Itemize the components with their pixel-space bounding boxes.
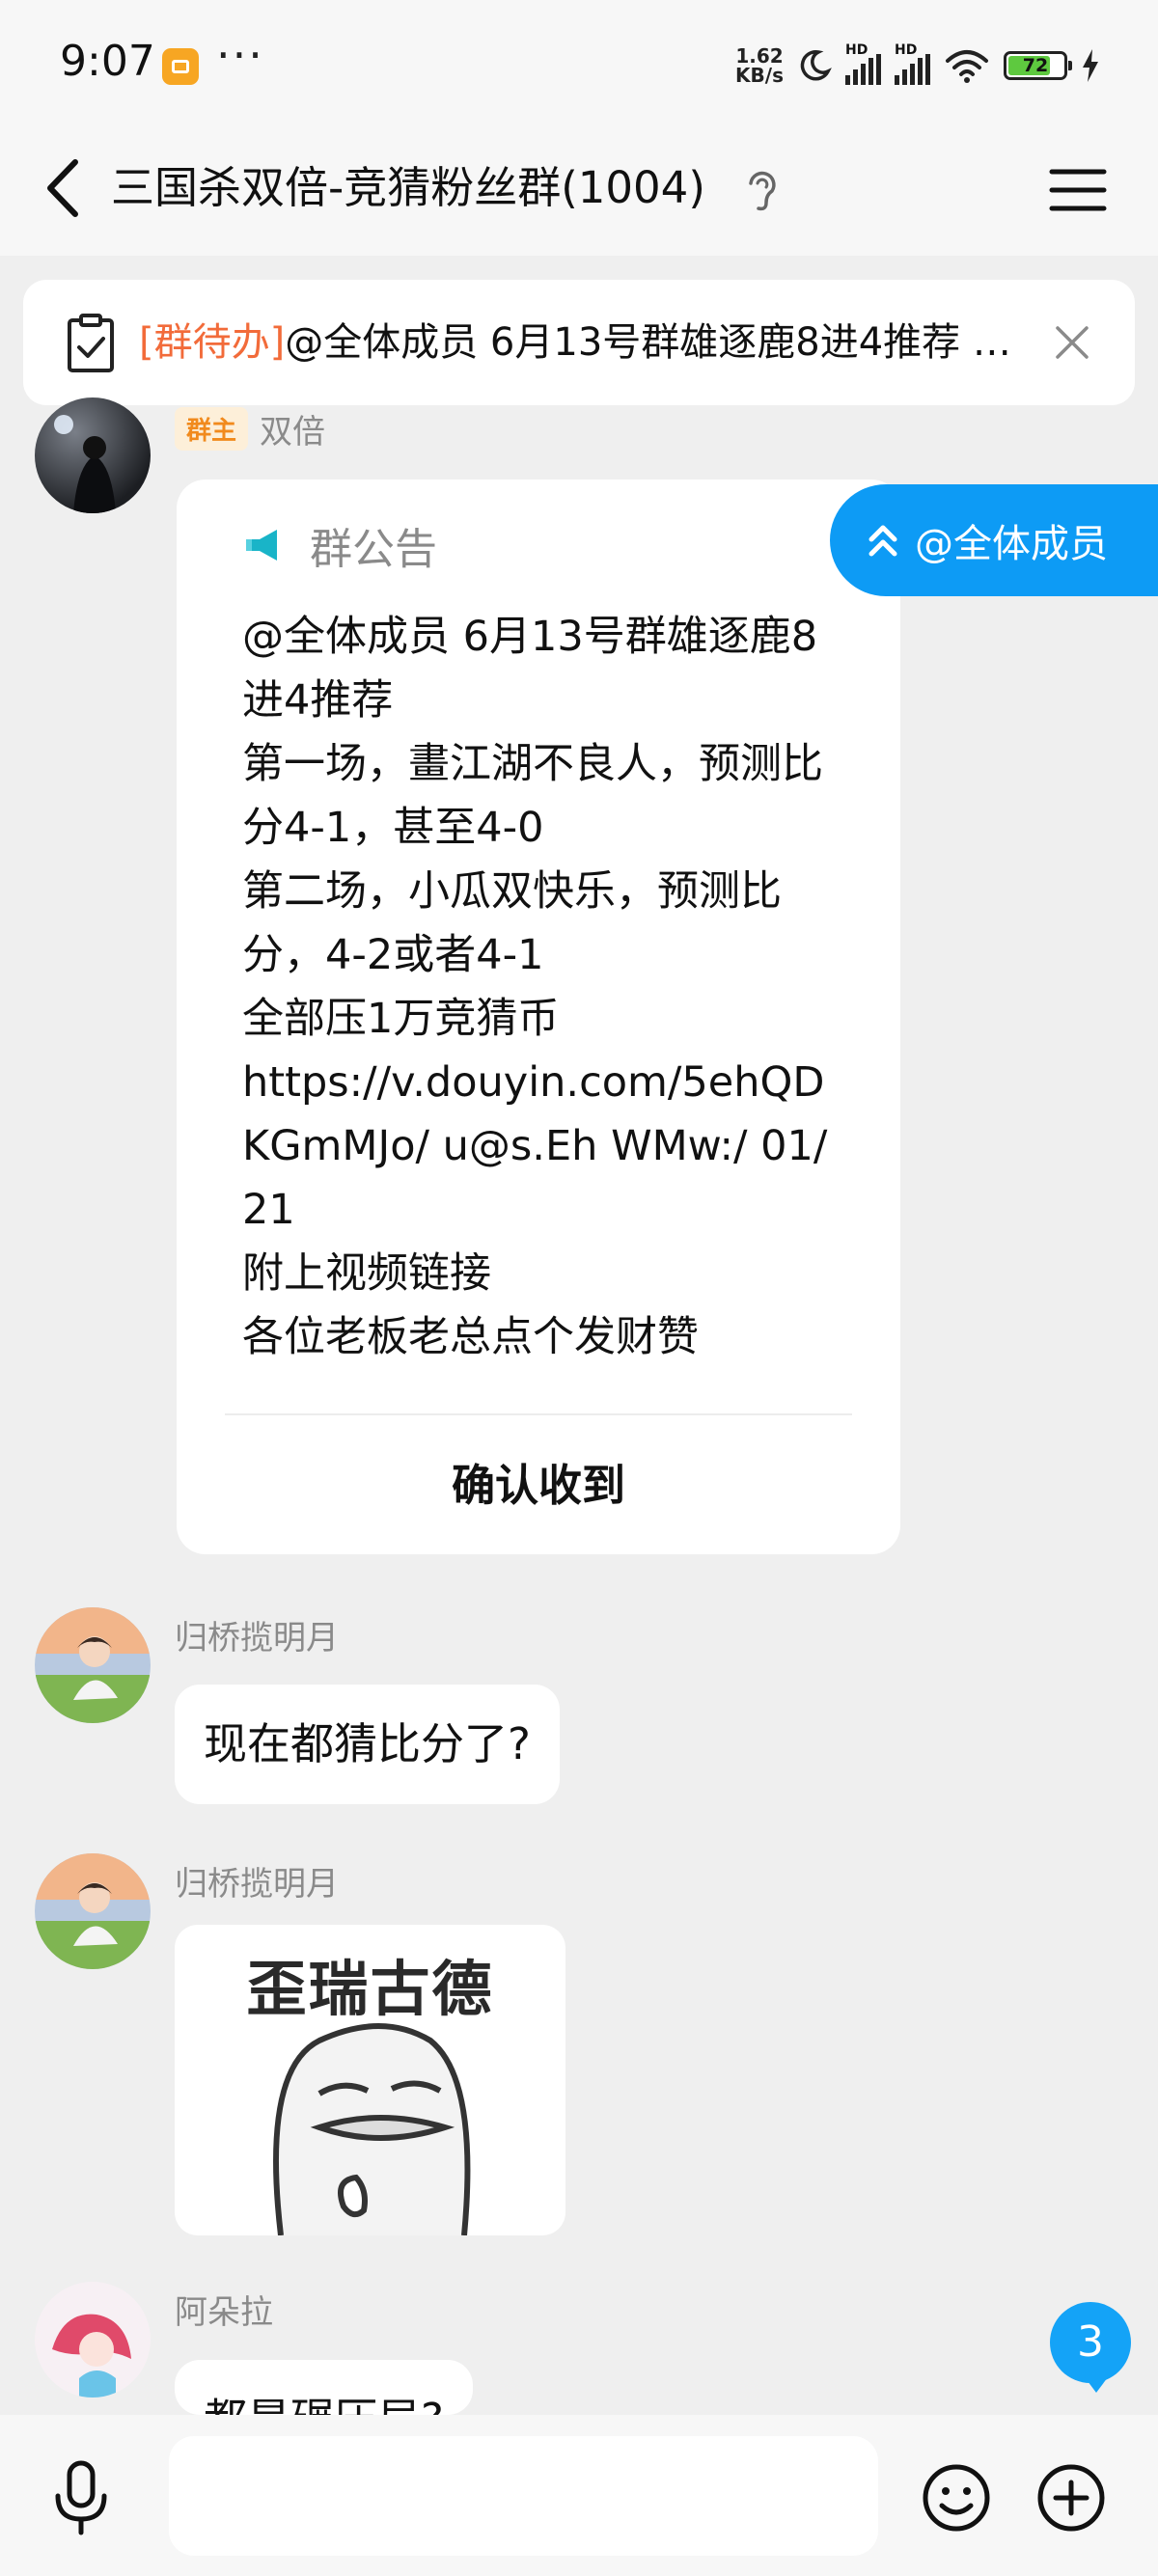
sender-line-msg2: 归桥揽明月 bbox=[175, 1611, 339, 1658]
status-indicators: 1.62 KB/s HD HD 72 bbox=[735, 39, 1100, 93]
group-todo-banner[interactable]: [群待办]@全体成员 6月13号群雄逐鹿8进4推荐 第一场，畫江湖不良人 bbox=[23, 280, 1135, 405]
cell-signal-icon-2: HD bbox=[895, 42, 930, 85]
emoji-button[interactable] bbox=[922, 2463, 991, 2533]
charging-icon bbox=[1083, 49, 1098, 82]
avatar-aduola[interactable] bbox=[35, 2282, 151, 2398]
owner-badge: 群主 bbox=[175, 407, 249, 451]
announcement-divider bbox=[225, 1413, 852, 1415]
moon-icon bbox=[800, 50, 832, 81]
input-bar bbox=[0, 2415, 1158, 2576]
sticker-face-drawing bbox=[273, 2023, 471, 2235]
todo-text: [群待办]@全体成员 6月13号群雄逐鹿8进4推荐 第一场，畫江湖不良人 bbox=[139, 280, 1027, 405]
message-bubble-partial[interactable]: 都是碾压局? bbox=[175, 2360, 473, 2415]
wifi-icon bbox=[946, 50, 988, 83]
sticker-image[interactable]: 歪瑞古德 bbox=[175, 1925, 565, 2235]
announcement-body: @全体成员 6月13号群雄逐鹿8进4推荐 第一场，畫江湖不良人，预测比分4-1，… bbox=[242, 613, 828, 1361]
more-actions-button[interactable] bbox=[1036, 2463, 1106, 2533]
app-notification-icon bbox=[162, 48, 199, 85]
double-chevron-up-icon bbox=[868, 525, 897, 557]
todo-tag: [群待办] bbox=[139, 320, 286, 365]
jump-to-mention-button[interactable]: @全体成员 bbox=[830, 484, 1158, 596]
megaphone-icon bbox=[246, 530, 277, 561]
more-notifications-icon: ··· bbox=[216, 29, 264, 81]
network-speed-value: 1.62 bbox=[735, 44, 784, 68]
chat-header: 三国杀双倍-竞猜粉丝群(1004) bbox=[0, 125, 1158, 256]
battery-level: 72 bbox=[1022, 55, 1049, 76]
status-time: 9:07 bbox=[60, 37, 155, 86]
unread-count-badge[interactable]: 3 bbox=[1050, 2302, 1131, 2393]
sender-name: 归桥揽明月 bbox=[175, 1619, 339, 1658]
sender-name: 阿朵拉 bbox=[175, 2293, 273, 2332]
status-bar: 9:07 ··· 1.62 KB/s HD HD 72 bbox=[0, 0, 1158, 125]
sender-line-msg4: 阿朵拉 bbox=[175, 2286, 273, 2333]
chat-title: 三国杀双倍-竞猜粉丝群(1004) bbox=[111, 162, 705, 213]
announcement-title: 群公告 bbox=[310, 525, 437, 574]
close-todo-button[interactable] bbox=[1048, 318, 1096, 367]
avatar-guiqiao[interactable] bbox=[35, 1607, 151, 1723]
sender-line-msg3: 归桥揽明月 bbox=[175, 1857, 339, 1905]
sender-name: 归桥揽明月 bbox=[175, 1865, 339, 1904]
avatar-owner[interactable] bbox=[35, 397, 151, 513]
signal-hd-label-2: HD bbox=[895, 42, 918, 58]
back-button[interactable] bbox=[35, 154, 102, 222]
signal-hd-label: HD bbox=[845, 42, 868, 58]
cell-signal-icon: HD bbox=[845, 42, 881, 85]
sender-line-owner: 群主 双倍 bbox=[175, 405, 325, 452]
network-speed-unit: KB/s bbox=[735, 64, 784, 87]
todo-content: @全体成员 6月13号群雄逐鹿8进4推荐 第一场，畫江湖不良人 bbox=[285, 320, 1027, 365]
message-input[interactable] bbox=[169, 2436, 878, 2556]
earpiece-icon[interactable] bbox=[743, 166, 782, 214]
confirm-received-button[interactable]: 确认收到 bbox=[177, 1417, 900, 1554]
network-speed: 1.62 KB/s bbox=[735, 46, 784, 85]
message-bubble[interactable]: 现在都猜比分了? bbox=[175, 1685, 560, 1804]
announcement-card[interactable]: 群公告 @全体成员 6月13号群雄逐鹿8进4推荐 第一场，畫江湖不良人，预测比分… bbox=[177, 480, 900, 1554]
sender-name: 双倍 bbox=[260, 413, 326, 452]
voice-input-button[interactable] bbox=[50, 2459, 112, 2536]
jump-to-mention-label: @全体成员 bbox=[915, 522, 1108, 566]
todo-clipboard-icon bbox=[68, 314, 114, 372]
battery-icon: 72 bbox=[1004, 51, 1072, 80]
announcement-header: 群公告 bbox=[244, 514, 437, 576]
menu-button[interactable] bbox=[1046, 158, 1110, 222]
avatar-guiqiao[interactable] bbox=[35, 1853, 151, 1969]
